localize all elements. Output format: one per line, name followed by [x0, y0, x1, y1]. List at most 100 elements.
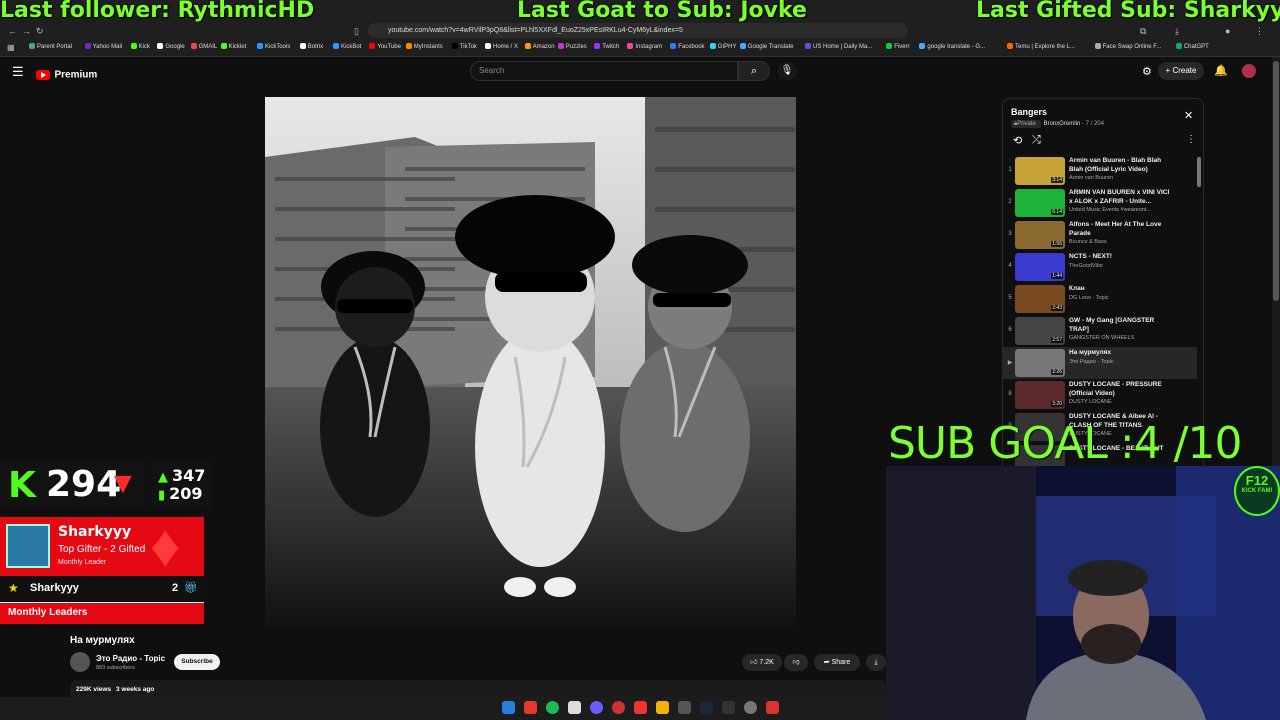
obs-icon[interactable] [612, 701, 625, 714]
playlist-scrollbar[interactable] [1197, 157, 1201, 187]
playlist-owner[interactable]: BronxGremlin [1044, 121, 1081, 127]
download-button[interactable]: ⤓ [866, 654, 886, 671]
upload-age: 3 weeks ago [116, 686, 155, 693]
bookmark-item[interactable]: KickTools [257, 43, 290, 50]
channel-avatar[interactable] [70, 652, 90, 672]
video-player[interactable] [265, 97, 796, 628]
bookmark-item[interactable]: US Home | Daily Ma... [805, 43, 872, 50]
pin-icon[interactable] [766, 701, 779, 714]
like-button[interactable]: 👍︎ 7.2K [742, 654, 782, 671]
bookmark-item[interactable]: Puzzles [557, 43, 587, 50]
playlist-item[interactable]: 1 3:14 Armin van Buuren - Blah Blah Blah (… [1003, 155, 1197, 187]
bookmark-favicon-icon [220, 43, 227, 49]
playlist-item-thumbnail: 3:14 [1015, 157, 1065, 185]
playlist-item-channel: GANGSTER ON WHEELS [1069, 335, 1135, 341]
youtube-logo[interactable]: Premium [36, 66, 97, 84]
bookmark-item[interactable]: Botrix [299, 43, 323, 50]
extensions-icon[interactable]: ⧉ [1140, 25, 1146, 37]
discord-icon[interactable] [590, 701, 603, 714]
playlist-item[interactable]: 6 2:57 GW - My Gang [GANGSTER TRAP] GANGSTE… [1003, 315, 1197, 347]
bookmark-favicon-icon [709, 43, 716, 49]
bookmark-item[interactable]: Fiverr [886, 43, 910, 50]
download-icon[interactable]: ⤓ [1175, 25, 1179, 37]
bookmark-item[interactable]: google translate - G... [919, 43, 985, 50]
bookmark-item[interactable]: ChatGPT [1175, 43, 1209, 50]
close-icon[interactable]: ✕ [1184, 109, 1193, 122]
bookmark-item[interactable]: Kick [130, 43, 150, 50]
forward-icon[interactable]: → [22, 25, 31, 37]
terminal-icon[interactable] [722, 701, 735, 714]
hamburger-menu-icon[interactable]: ☰ [12, 64, 24, 80]
bookmark-favicon-icon [919, 43, 926, 49]
bookmark-favicon-icon [1094, 43, 1101, 49]
bookmark-item[interactable]: GMAIL [190, 43, 217, 50]
bookmark-item[interactable]: Parent Portal [29, 43, 72, 50]
bookmark-item[interactable]: Google [157, 43, 185, 50]
bookmark-item[interactable]: Instagram [627, 43, 662, 50]
brave-browser-icon[interactable] [524, 701, 537, 714]
bookmark-item[interactable]: KickBot [333, 43, 361, 50]
subscribe-button[interactable]: Subscribe [174, 654, 220, 670]
start-menu-icon[interactable] [502, 701, 515, 714]
map-pin-icon[interactable] [634, 701, 647, 714]
playlist-item[interactable]: 2 6:14 ARMIN VAN BUUREN x VINI VICI x ALOK… [1003, 187, 1197, 219]
create-button[interactable]: + Create [1158, 62, 1204, 80]
leader-name: Sharkyyy [30, 582, 79, 594]
profile-icon[interactable]: ● [1225, 25, 1230, 37]
voice-search-button[interactable]: 🎙 [777, 62, 797, 80]
app-icon[interactable] [678, 701, 691, 714]
browser-menu-icon[interactable]: ⋮ [1255, 25, 1264, 37]
channel-name[interactable]: Это Радио - Topic [96, 654, 165, 663]
playlist-item-title: ARMIN VAN BUUREN x VINI VICI x ALOK x ZA… [1069, 189, 1170, 205]
bookmark-item[interactable]: Face Swap Online F... [1094, 43, 1161, 50]
bookmark-item[interactable]: YouTube [369, 43, 401, 50]
bookmark-item[interactable]: Twitch [594, 43, 619, 50]
bookmark-item[interactable]: Home / X [485, 43, 518, 50]
dislike-button[interactable]: 👎︎ [784, 654, 808, 671]
apps-grid-icon[interactable]: ▦ [7, 42, 15, 54]
address-bar[interactable]: youtube.com/watch?v=4wRVilP3pQ8&list=PLh… [368, 23, 908, 38]
bookmark-item[interactable]: Temu | Explore the L... [1007, 43, 1075, 50]
bookmark-item[interactable]: MyInstants [405, 43, 443, 50]
gifter-name: Sharkyyy [58, 524, 132, 540]
file-explorer-icon[interactable] [656, 701, 669, 714]
calendar-icon[interactable] [568, 701, 581, 714]
reload-icon[interactable]: ↻ [36, 25, 44, 37]
playlist-item-channel: TheGoodVibe [1069, 263, 1103, 269]
playlist-item[interactable]: 5 2:43 Клан DG Leoo - Topic [1003, 283, 1197, 315]
spotify-icon[interactable] [546, 701, 559, 714]
bookmark-item[interactable]: Facebook [670, 43, 705, 50]
bookmark-item[interactable]: Google Translate [739, 43, 794, 50]
bookmark-item[interactable]: Yahoo Mail [84, 43, 122, 50]
playlist-panel: Bangers 🔒︎Private BronxGremlin - 7 / 204… [1002, 98, 1204, 472]
bookmark-item[interactable]: GIPHY [709, 43, 736, 50]
shuffle-icon[interactable]: ⤮ [1032, 134, 1041, 147]
bookmark-favicon-icon [84, 43, 91, 49]
search-button[interactable]: ⌕ [738, 61, 770, 81]
playlist-item[interactable]: 8 3:20 DUSTY LOCANE - PRESSURE (Official V… [1003, 379, 1197, 411]
bookmark-icon[interactable]: ▯ [354, 25, 359, 37]
share-button[interactable]: ➦ Share [814, 654, 860, 671]
account-avatar[interactable] [1242, 64, 1256, 78]
bookmark-item[interactable]: TikTok [451, 43, 477, 50]
playlist-position: - 7 / 204 [1081, 121, 1104, 127]
settings-icon[interactable] [744, 701, 757, 714]
back-icon[interactable]: ← [8, 25, 17, 37]
notifications-bell-icon[interactable]: 🔔 [1214, 64, 1228, 77]
bookmark-favicon-icon [157, 43, 164, 49]
last-gifted-text: Last Gifted Sub: Sharkyyy [976, 0, 1280, 23]
playlist-item[interactable]: 3 1:56 Alfons - Meet Her At The Love Parad… [1003, 219, 1197, 251]
bookmark-favicon-icon [886, 43, 893, 49]
search-input[interactable]: Search [470, 61, 738, 81]
last-goat-text: Last Goat to Sub: Jovke [517, 0, 807, 23]
bookmark-item[interactable]: Kicklet [220, 43, 246, 50]
more-options-icon[interactable]: ⋮ [1186, 134, 1196, 145]
playlist-item[interactable]: 4 1:44 NCTS - NEXT! TheGoodVibe [1003, 251, 1197, 283]
playlist-item[interactable]: ▶ 2:26 На мурмулях Это Радио - Topic [1003, 347, 1197, 379]
playlist-title[interactable]: Bangers [1011, 107, 1047, 117]
loop-icon[interactable]: ⟲ [1013, 134, 1022, 147]
steam-icon[interactable] [700, 701, 713, 714]
cast-settings-icon[interactable]: ⚙ [1142, 65, 1152, 78]
view-count: 229K views [76, 686, 112, 693]
bookmark-item[interactable]: Amazon [524, 43, 555, 50]
